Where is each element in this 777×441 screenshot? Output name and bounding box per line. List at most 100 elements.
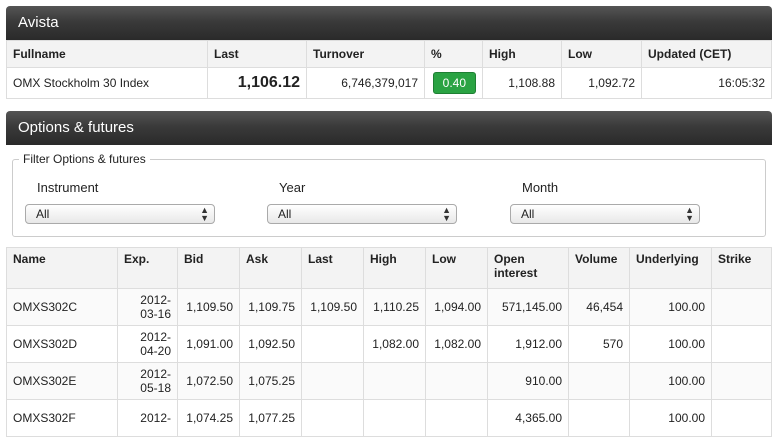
low-cell — [425, 362, 488, 400]
year-selected-value: All — [278, 207, 292, 221]
strike-cell — [711, 325, 772, 363]
bid-cell: 1,072.50 — [177, 362, 240, 400]
volume-cell: 570 — [568, 325, 630, 363]
options-panel: Options & futures Filter Options & futur… — [6, 111, 772, 441]
name-cell[interactable]: OMXS302F — [6, 399, 118, 437]
pct-cell: 0.40 — [424, 67, 483, 99]
exp-monthday: 03-16 — [140, 307, 171, 321]
volume-cell — [568, 399, 630, 437]
col-last[interactable]: Last — [301, 247, 364, 289]
volume-cell — [568, 362, 630, 400]
updated-cell: 16:05:32 — [641, 67, 772, 99]
options-header: Options & futures — [6, 111, 772, 145]
table-row[interactable]: OMXS302D 2012- 04-20 1,091.00 1,092.50 1,… — [6, 325, 772, 363]
bid-cell: 1,074.25 — [177, 399, 240, 437]
high-cell: 1,110.25 — [363, 288, 426, 326]
strike-cell — [711, 362, 772, 400]
underlying-cell: 100.00 — [629, 288, 712, 326]
month-filter: Month All ▲ ▼ — [510, 180, 700, 224]
high-cell: 1,082.00 — [363, 325, 426, 363]
col-bid[interactable]: Bid — [177, 247, 240, 289]
col-pct[interactable]: % — [424, 40, 483, 68]
col-low[interactable]: Low — [425, 247, 488, 289]
underlying-cell: 100.00 — [629, 325, 712, 363]
avista-panel: Avista Fullname Last Turnover % High Low… — [6, 6, 772, 99]
ask-cell: 1,092.50 — [239, 325, 302, 363]
strike-cell — [711, 399, 772, 437]
high-cell — [363, 362, 426, 400]
fullname-cell: OMX Stockholm 30 Index — [6, 67, 208, 99]
col-name[interactable]: Name — [6, 247, 118, 289]
select-arrows-icon: ▲ ▼ — [200, 205, 209, 223]
exp-cell: 2012- 03-16 — [117, 288, 178, 326]
last-cell — [301, 399, 364, 437]
oi-cell: 571,145.00 — [487, 288, 569, 326]
instrument-label: Instrument — [37, 180, 99, 195]
month-select[interactable]: All ▲ ▼ — [510, 204, 700, 224]
col-turnover[interactable]: Turnover — [306, 40, 425, 68]
exp-year: 2012- — [140, 293, 171, 307]
last-cell — [301, 362, 364, 400]
ask-cell: 1,109.75 — [239, 288, 302, 326]
underlying-cell: 100.00 — [629, 399, 712, 437]
select-arrows-icon: ▲ ▼ — [685, 205, 694, 223]
exp-cell: 2012- 04-20 — [117, 325, 178, 363]
col-fullname[interactable]: Fullname — [6, 40, 208, 68]
col-ask[interactable]: Ask — [239, 247, 302, 289]
exp-year: 2012- — [140, 330, 171, 344]
select-arrows-icon: ▲ ▼ — [442, 205, 451, 223]
table-row: OMX Stockholm 30 Index 1,106.12 6,746,37… — [6, 67, 772, 99]
pct-change-badge: 0.40 — [432, 72, 476, 94]
exp-year: 2012- — [140, 411, 171, 425]
filter-fieldset: Filter Options & futures Instrument All … — [12, 152, 766, 237]
bid-cell: 1,091.00 — [177, 325, 240, 363]
avista-header: Avista — [6, 6, 772, 40]
table-row[interactable]: OMXS302F 2012- 1,074.25 1,077.25 4,365.0… — [6, 399, 772, 437]
last-cell — [301, 325, 364, 363]
exp-cell: 2012- 05-18 — [117, 362, 178, 400]
col-volume[interactable]: Volume — [568, 247, 630, 289]
avista-table: Fullname Last Turnover % High Low Update… — [6, 40, 772, 99]
volume-cell: 46,454 — [568, 288, 630, 326]
col-strike[interactable]: Strike — [711, 247, 772, 289]
exp-monthday: 05-18 — [140, 381, 171, 395]
exp-monthday: 04-20 — [140, 344, 171, 358]
year-filter: Year All ▲ ▼ — [267, 180, 457, 224]
month-label: Month — [522, 180, 559, 195]
name-cell[interactable]: OMXS302D — [6, 325, 118, 363]
last-cell: 1,106.12 — [207, 67, 307, 99]
low-cell: 1,082.00 — [425, 325, 488, 363]
year-select[interactable]: All ▲ ▼ — [267, 204, 457, 224]
turnover-cell: 6,746,379,017 — [306, 67, 425, 99]
col-low[interactable]: Low — [561, 40, 642, 68]
col-updated[interactable]: Updated (CET) — [641, 40, 772, 68]
instrument-filter: Instrument All ▲ ▼ — [25, 180, 215, 224]
col-exp[interactable]: Exp. — [117, 247, 178, 289]
col-open-interest[interactable]: Open interest — [487, 247, 569, 289]
last-cell: 1,109.50 — [301, 288, 364, 326]
low-cell — [425, 399, 488, 437]
name-cell[interactable]: OMXS302C — [6, 288, 118, 326]
exp-cell: 2012- — [117, 399, 178, 437]
ask-cell: 1,077.25 — [239, 399, 302, 437]
low-cell: 1,092.72 — [561, 67, 642, 99]
col-last[interactable]: Last — [207, 40, 307, 68]
high-cell: 1,108.88 — [482, 67, 562, 99]
options-table: Name Exp. Bid Ask Last High Low Open int… — [6, 247, 772, 437]
ask-cell: 1,075.25 — [239, 362, 302, 400]
instrument-select[interactable]: All ▲ ▼ — [25, 204, 215, 224]
high-cell — [363, 399, 426, 437]
name-cell[interactable]: OMXS302E — [6, 362, 118, 400]
low-cell: 1,094.00 — [425, 288, 488, 326]
col-high[interactable]: High — [363, 247, 426, 289]
instrument-selected-value: All — [36, 207, 50, 221]
table-row[interactable]: OMXS302E 2012- 05-18 1,072.50 1,075.25 91… — [6, 362, 772, 400]
table-row[interactable]: OMXS302C 2012- 03-16 1,109.50 1,109.75 1,… — [6, 288, 772, 326]
underlying-cell: 100.00 — [629, 362, 712, 400]
col-high[interactable]: High — [482, 40, 562, 68]
oi-cell: 4,365.00 — [487, 399, 569, 437]
year-label: Year — [279, 180, 306, 195]
strike-cell — [711, 288, 772, 326]
col-underlying[interactable]: Underlying — [629, 247, 712, 289]
filter-legend: Filter Options & futures — [19, 152, 150, 166]
